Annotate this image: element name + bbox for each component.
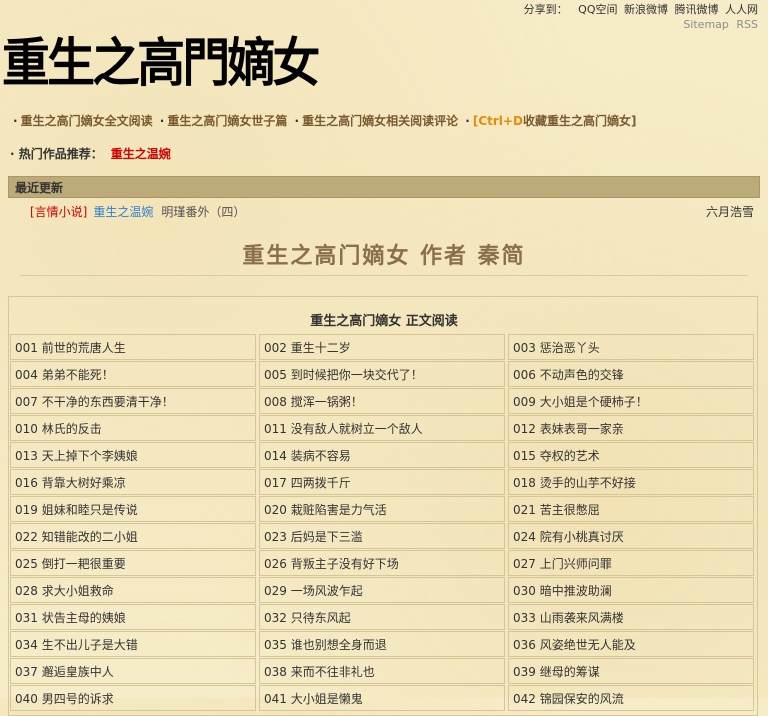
chapter-row: 004 弟弟不能死！ 005 到时候把你一块交代了！ 006 不动声色的交锋 [10, 361, 757, 387]
chapter-link[interactable]: 007 不干净的东西要清干净！ [10, 388, 256, 414]
nav-bullet: · [465, 114, 470, 128]
chapter-link[interactable]: 022 知错能改的二小姐 [10, 523, 256, 549]
title-divider [20, 275, 748, 276]
chapter-link[interactable]: 004 弟弟不能死！ [10, 361, 256, 387]
toc-title: 重生之高门嫡女 正文阅读 [310, 314, 458, 329]
chapter-link[interactable]: 023 后妈是下三滥 [259, 523, 505, 549]
recent-author: 六月浩雪 [705, 205, 754, 219]
recent-category[interactable]: [言情小说] [30, 205, 87, 219]
chapter-link[interactable]: 030 暗中推波助澜 [508, 577, 754, 603]
chapter-row: 019 姐妹和睦只是传说 020 栽赃陷害是力气活 021 苦主很憋屈 [10, 496, 757, 522]
share-renren-link[interactable]: 人人网 [725, 3, 758, 16]
chapter-row: 028 求大小姐救命 029 一场风波乍起 030 暗中推波助澜 [10, 577, 757, 603]
chapter-row: 037 邂逅皇族中人 038 来而不往非礼也 039 继母的筹谋 [10, 658, 757, 684]
chapter-row: 001 前世的荒唐人生 002 重生十二岁 003 惩治恶丫头 [10, 334, 757, 360]
bookmark-text: 收藏重生之高门嫡女 [522, 114, 631, 128]
chapter-link[interactable]: 002 重生十二岁 [259, 334, 505, 360]
chapter-link[interactable]: 015 夺权的艺术 [508, 442, 754, 468]
chapter-link[interactable]: 011 没有敌人就树立一个敌人 [259, 415, 505, 441]
chapter-link[interactable]: 005 到时候把你一块交代了！ [259, 361, 505, 387]
chapter-row: 007 不干净的东西要清干净！ 008 搅浑一锅粥！ 009 大小姐是个硬柿子！ [10, 388, 757, 414]
chapter-link[interactable]: 024 院有小桃真讨厌 [508, 523, 754, 549]
chapter-link[interactable]: 040 男四号的诉求 [10, 685, 256, 711]
hot-book-link[interactable]: 重生之温婉 [111, 147, 171, 161]
page-title: 重生之高门嫡女 作者 秦简 [242, 243, 526, 269]
nav-bullet: · [159, 114, 165, 128]
chapter-link[interactable]: 021 苦主很憋屈 [508, 496, 754, 522]
share-bar: 分享到： QQ空间 新浪微博 腾讯微博 人人网 [524, 1, 758, 17]
chapter-link[interactable]: 009 大小姐是个硬柿子！ [508, 388, 754, 414]
nav-link-full-text[interactable]: 重生之高门嫡女全文阅读 [21, 114, 153, 128]
site-logo[interactable]: 重生之高門嫡女 [2, 33, 320, 95]
chapter-link[interactable]: 027 上门兴师问罪 [508, 550, 754, 576]
book-nav: · 重生之高门嫡女全文阅读 · 重生之高门嫡女世子篇 · 重生之高门嫡女相关阅读评论 … [10, 112, 636, 129]
hot-recommend: · 热门作品推荐： 重生之温婉 [10, 145, 171, 162]
chapter-link[interactable]: 017 四两拨千斤 [259, 469, 505, 495]
nav-bullet: · [13, 114, 18, 128]
chapter-link[interactable]: 035 谁也别想全身而退 [259, 631, 505, 657]
chapter-link[interactable]: 016 背靠大树好乘凉 [10, 469, 256, 495]
chapter-link[interactable]: 008 搅浑一锅粥！ [259, 388, 505, 414]
share-weibo-link[interactable]: 新浪微博 [624, 3, 668, 16]
chapter-link[interactable]: 025 倒打一耙很重要 [10, 550, 256, 576]
chapter-row: 010 林氏的反击 011 没有敌人就树立一个敌人 012 表妹表哥一家亲 [10, 415, 757, 441]
nav-bullet: · [294, 114, 300, 128]
chapter-link[interactable]: 001 前世的荒唐人生 [10, 334, 256, 360]
chapter-link[interactable]: 026 背叛主子没有好下场 [259, 550, 505, 576]
chapter-row: 022 知错能改的二小姐 023 后妈是下三滥 024 院有小桃真讨厌 [10, 523, 757, 549]
share-label: 分享到： [523, 3, 568, 16]
chapter-link[interactable]: 033 山雨袭来风满楼 [508, 604, 754, 630]
rss-link[interactable]: RSS [736, 18, 758, 31]
chapter-row: 040 男四号的诉求 041 大小姐是懒鬼 042 锦园保安的风流 [10, 685, 757, 711]
chapter-link[interactable]: 018 烫手的山芋不好接 [508, 469, 754, 495]
chapter-link[interactable]: 014 装病不容易 [259, 442, 505, 468]
chapter-row: 034 生不出儿子是大错 035 谁也别想全身而退 036 风姿绝世无人能及 [10, 631, 757, 657]
bookmark-key: Ctrl+D [478, 114, 523, 128]
chapter-link[interactable]: 036 风姿绝世无人能及 [508, 631, 754, 657]
hot-label: · 热门作品推荐： [10, 147, 103, 161]
sitemap-link[interactable]: Sitemap [683, 18, 729, 31]
recent-chapter-link[interactable]: 明瑾番外（四） [161, 205, 245, 219]
chapter-row: 016 背靠大树好乘凉 017 四两拨千斤 018 烫手的山芋不好接 [10, 469, 757, 495]
chapter-link[interactable]: 041 大小姐是懒鬼 [259, 685, 505, 711]
chapter-link[interactable]: 010 林氏的反击 [10, 415, 256, 441]
chapter-link[interactable]: 028 求大小姐救命 [10, 577, 256, 603]
chapter-link[interactable]: 006 不动声色的交锋 [508, 361, 754, 387]
chapter-link[interactable]: 019 姐妹和睦只是传说 [10, 496, 256, 522]
recent-updates-header: 最近更新 [8, 176, 760, 198]
share-qzone-link[interactable]: QQ空间 [578, 3, 617, 16]
chapter-link[interactable]: 029 一场风波乍起 [259, 577, 505, 603]
chapter-row: 031 状告主母的姨娘 032 只待东风起 033 山雨袭来风满楼 [10, 604, 757, 630]
chapter-link[interactable]: 020 栽赃陷害是力气活 [259, 496, 505, 522]
recent-book-link[interactable]: 重生之温婉 [93, 205, 153, 219]
chapter-link[interactable]: 042 锦园保安的风流 [508, 685, 754, 711]
chapter-link[interactable]: 013 天上掉下个李姨娘 [10, 442, 256, 468]
recent-update-row: [言情小说] 重生之温婉 明瑾番外（四） 六月浩雪 [30, 203, 754, 220]
chapter-row: 013 天上掉下个李姨娘 014 装病不容易 015 夺权的艺术 [10, 442, 757, 468]
chapter-link[interactable]: 034 生不出儿子是大错 [10, 631, 256, 657]
chapter-list: 001 前世的荒唐人生 002 重生十二岁 003 惩治恶丫头 004 弟弟不能死！ 0… [10, 334, 757, 712]
chapter-link[interactable]: 031 状告主母的姨娘 [10, 604, 256, 630]
nav-link-related-reviews[interactable]: 重生之高门嫡女相关阅读评论 [302, 114, 458, 128]
chapter-link[interactable]: 038 来而不往非礼也 [259, 658, 505, 684]
chapter-link[interactable]: 039 继母的筹谋 [508, 658, 754, 684]
sitemap-bar: Sitemap RSS [679, 18, 758, 31]
share-tencent-weibo-link[interactable]: 腾讯微博 [675, 3, 719, 16]
chapter-link[interactable]: 037 邂逅皇族中人 [10, 658, 256, 684]
chapter-link[interactable]: 003 惩治恶丫头 [508, 334, 754, 360]
chapter-row: 025 倒打一耙很重要 026 背叛主子没有好下场 027 上门兴师问罪 [10, 550, 757, 576]
nav-link-shizi[interactable]: 重生之高门嫡女世子篇 [167, 114, 287, 128]
bookmark-bracket-close: ] [630, 114, 637, 128]
chapter-link[interactable]: 032 只待东风起 [259, 604, 505, 630]
bookmark-link[interactable]: [Ctrl+D收藏重生之高门嫡女] [473, 114, 637, 128]
chapter-link[interactable]: 012 表妹表哥一家亲 [508, 415, 754, 441]
